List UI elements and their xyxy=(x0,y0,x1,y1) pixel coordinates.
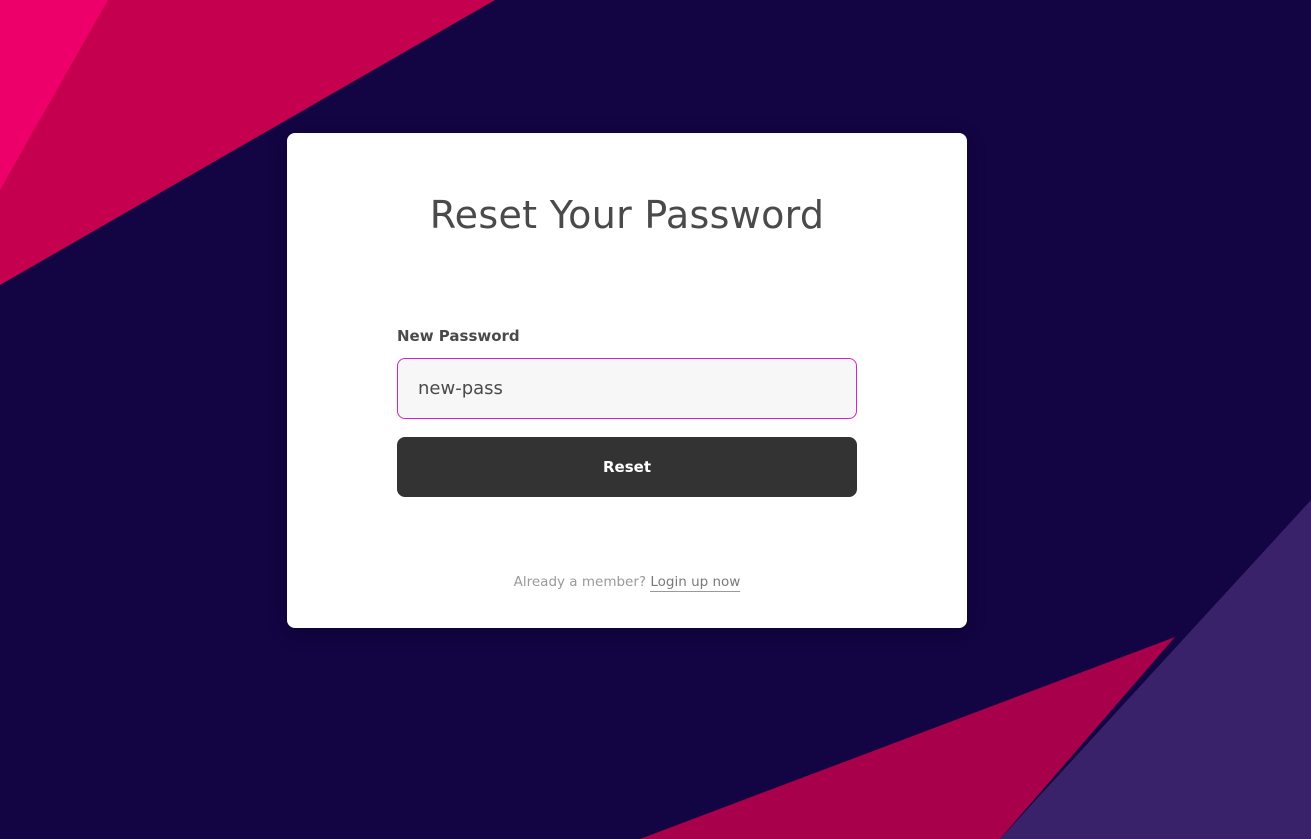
new-password-input[interactable] xyxy=(397,358,857,419)
bg-shape-bottom-right-purple xyxy=(1000,500,1311,839)
new-password-label: New Password xyxy=(397,327,520,345)
login-link[interactable]: Login up now xyxy=(650,574,741,592)
page-title: Reset Your Password xyxy=(429,193,825,237)
reset-button[interactable]: Reset xyxy=(397,437,857,497)
already-member-text: Already a member? xyxy=(513,574,647,590)
footer-login-prompt: Already a member? Login up now xyxy=(287,574,967,592)
reset-password-card: Reset Your Password New Password Reset A… xyxy=(287,133,967,628)
